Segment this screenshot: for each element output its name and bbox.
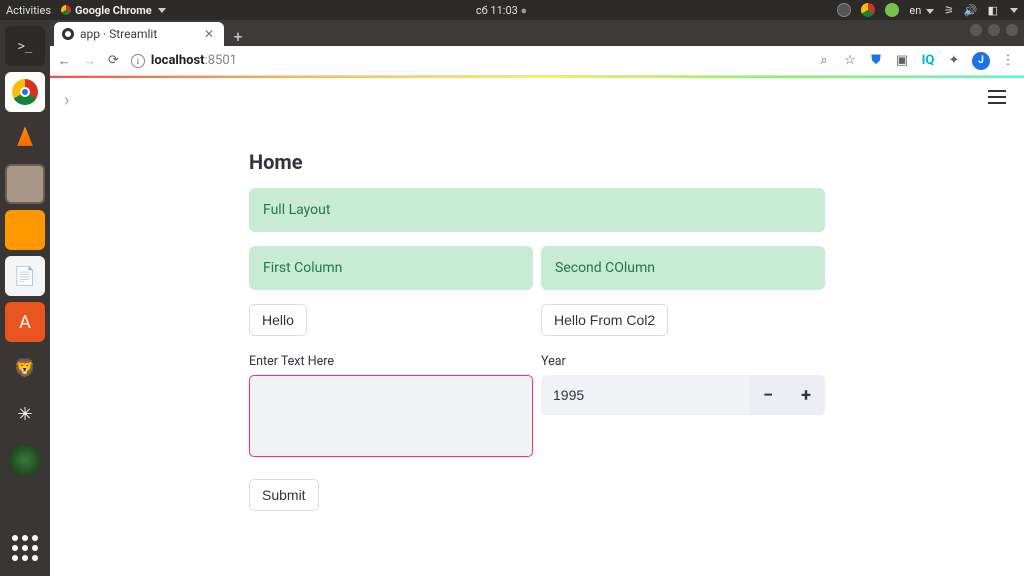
dock-sublime[interactable]: [5, 210, 45, 250]
close-tab-icon[interactable]: ✕: [204, 27, 214, 41]
dock-files[interactable]: [5, 164, 45, 204]
battery-icon[interactable]: ◧: [988, 4, 998, 17]
extensions-puzzle-icon[interactable]: ✦: [946, 53, 962, 69]
dock-brave[interactable]: 🦁: [5, 348, 45, 388]
ubuntu-top-bar: Activities Google Chrome сб 11:03 ● en ⚞…: [0, 0, 1024, 20]
activities-button[interactable]: Activities: [6, 4, 51, 17]
column-2: Second COlumn Hello From Col2 Year − +: [541, 246, 825, 511]
streamlit-menu-icon[interactable]: [988, 90, 1006, 104]
extension-icon[interactable]: ⛊: [868, 53, 884, 69]
column-1: First Column Hello Enter Text Here Submi…: [249, 246, 533, 511]
address-bar[interactable]: i localhost:8501: [131, 53, 237, 68]
chrome-window: app · Streamlit ✕ + ← → ⟳ i localhost:85…: [50, 20, 1024, 576]
back-button[interactable]: ←: [58, 53, 71, 69]
forward-button: →: [83, 53, 96, 69]
dock-apps-grid[interactable]: [5, 528, 45, 568]
status-tray-icon[interactable]: [885, 3, 899, 17]
zoom-icon[interactable]: ⌕: [816, 53, 832, 69]
dock-terminal[interactable]: [5, 26, 45, 66]
wifi-icon[interactable]: ⚞: [944, 4, 954, 17]
hello-col2-button[interactable]: Hello From Col2: [541, 304, 668, 336]
window-minimize[interactable]: [970, 24, 982, 36]
chrome-icon: [61, 5, 71, 15]
hello-button[interactable]: Hello: [249, 304, 307, 336]
extension-icon[interactable]: ▣: [894, 53, 910, 69]
year-number-input: − +: [541, 375, 825, 415]
profile-avatar[interactable]: J: [972, 52, 990, 70]
page-title: Home: [249, 150, 825, 174]
submit-button[interactable]: Submit: [249, 479, 319, 511]
textarea-label: Enter Text Here: [249, 354, 533, 369]
chrome-menu-icon[interactable]: ⋮: [1000, 53, 1016, 69]
year-decrement-button[interactable]: −: [749, 375, 787, 415]
chevron-down-icon: [158, 8, 166, 13]
dock-software[interactable]: A: [5, 302, 45, 342]
chevron-down-icon: [1010, 8, 1018, 13]
tab-title: app · Streamlit: [80, 27, 157, 41]
success-col2: Second COlumn: [541, 246, 825, 290]
reload-button[interactable]: ⟳: [108, 53, 119, 68]
year-increment-button[interactable]: +: [787, 375, 825, 415]
clock[interactable]: сб 11:03 ●: [476, 4, 527, 17]
browser-toolbar: ← → ⟳ i localhost:8501 ⌕ ☆ ⛊ ▣ IQ ✦ J ⋮: [50, 46, 1024, 76]
ubuntu-dock: 📄 A 🦁 ✳: [0, 20, 50, 576]
active-app-indicator[interactable]: Google Chrome: [61, 4, 166, 17]
dock-camera[interactable]: [5, 440, 45, 480]
chrome-tray-icon[interactable]: [861, 3, 875, 17]
streamlit-favicon: [62, 28, 74, 40]
extension-icon[interactable]: IQ: [920, 53, 936, 69]
tray-icon[interactable]: [837, 3, 851, 17]
new-tab-button[interactable]: +: [228, 26, 248, 46]
tab-strip: app · Streamlit ✕ +: [50, 20, 1024, 46]
open-sidebar-chevron-icon[interactable]: ›: [64, 90, 69, 111]
year-input-field[interactable]: [541, 375, 749, 415]
browser-tab[interactable]: app · Streamlit ✕: [54, 22, 224, 46]
dock-vlc[interactable]: [5, 118, 45, 158]
success-col1: First Column: [249, 246, 533, 290]
success-full-layout: Full Layout: [249, 188, 825, 232]
dock-paint[interactable]: ✳: [5, 394, 45, 434]
language-indicator[interactable]: en: [909, 4, 934, 17]
bookmark-icon[interactable]: ☆: [842, 53, 858, 69]
window-maximize[interactable]: [988, 24, 1000, 36]
dock-writer[interactable]: 📄: [5, 256, 45, 296]
window-close[interactable]: [1006, 24, 1018, 36]
year-label: Year: [541, 354, 825, 369]
chevron-down-icon: [926, 9, 934, 14]
streamlit-page: › Home Full Layout First Column Hello En…: [50, 78, 1024, 576]
system-tray[interactable]: en ⚞ 🔊 ◧: [837, 3, 1018, 17]
volume-icon[interactable]: 🔊: [964, 4, 978, 17]
site-info-icon[interactable]: i: [131, 54, 145, 68]
text-input[interactable]: [249, 375, 533, 457]
dock-chrome[interactable]: [5, 72, 45, 112]
